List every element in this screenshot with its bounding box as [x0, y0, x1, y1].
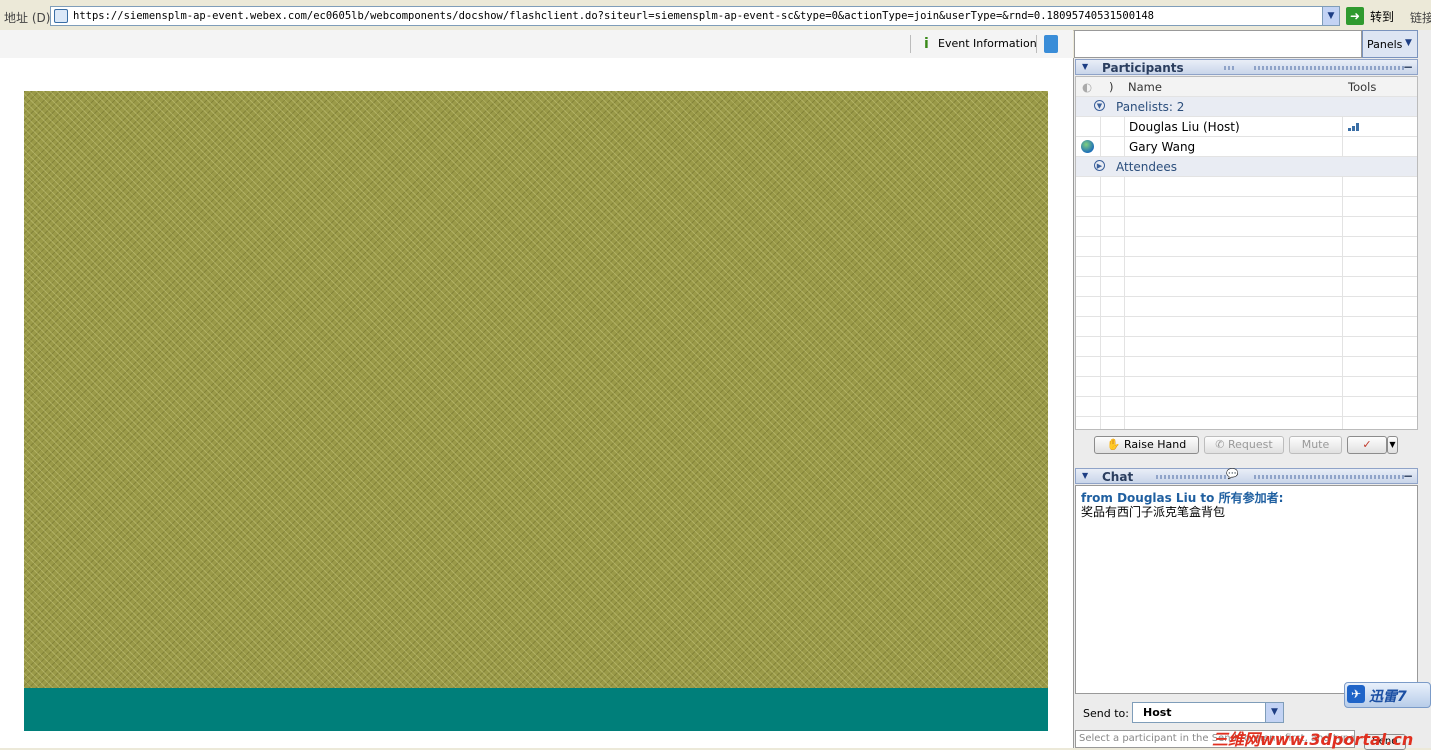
empty-row [1076, 377, 1417, 397]
mute-button[interactable]: Mute [1289, 436, 1342, 454]
send-to-select[interactable]: Host ▼ [1132, 702, 1284, 723]
hand-icon: ✋ [1106, 438, 1121, 451]
chevron-down-icon: ▼ [1405, 38, 1412, 48]
audio-column-icon: ) [1109, 80, 1114, 94]
chat-header[interactable]: ▼ Chat 💬 − [1075, 468, 1418, 484]
phone-icon: ✆ [1215, 438, 1225, 451]
collapse-triangle-icon[interactable]: ▼ [1082, 62, 1088, 71]
address-bar: 地址 (D) https://siemensplm-ap-event.webex… [0, 0, 1431, 31]
slide-footer-band [24, 688, 1048, 731]
collapse-triangle-icon[interactable]: ▼ [1082, 471, 1088, 480]
address-input[interactable]: https://siemensplm-ap-event.webex.com/ec… [50, 6, 1340, 26]
feedback-dropdown[interactable]: ▼ [1387, 436, 1398, 454]
xunlei-floating-widget[interactable]: ✈ 迅雷7 [1344, 682, 1431, 708]
raise-hand-button[interactable]: ✋ Raise Hand [1094, 436, 1199, 454]
minimize-icon[interactable]: − [1403, 469, 1413, 483]
participant-row[interactable]: Douglas Liu (Host) [1076, 117, 1417, 137]
raise-hand-label: Raise Hand [1124, 438, 1187, 451]
header-grip [1254, 66, 1404, 70]
status-column-icon: ◐ [1082, 80, 1093, 94]
send-to-value: Host [1143, 706, 1172, 719]
request-label: Request [1228, 438, 1273, 451]
toolbar-divider [1036, 35, 1037, 53]
list-header-row: ◐ ) Name Tools [1076, 77, 1417, 97]
participant-name: Gary Wang [1129, 140, 1196, 154]
participants-title: Participants [1102, 61, 1184, 75]
links-label[interactable]: 链接 [1410, 9, 1431, 26]
presentation-slide [24, 91, 1048, 688]
chevron-down-icon: ▼ [1389, 440, 1396, 449]
participant-actions: ✋ Raise Hand ✆ Request Mute ✓ ▼ [1075, 430, 1418, 464]
globe-icon [1081, 140, 1094, 153]
panels-bar [1074, 30, 1362, 58]
empty-row [1076, 257, 1417, 277]
empty-row [1076, 197, 1417, 217]
chat-history[interactable]: from Douglas Liu to 所有参加者: 奖品有西门子派克笔盒背包 [1075, 485, 1418, 694]
right-panel: Panels ▼ ▼ Participants − ◐ ) Name Tools… [1074, 30, 1431, 750]
drag-grip-icon[interactable] [1224, 66, 1236, 70]
signal-bars-icon [1348, 123, 1360, 131]
chat-message: 奖品有西门子派克笔盒背包 [1081, 505, 1226, 519]
empty-row [1076, 317, 1417, 337]
panels-button[interactable]: Panels ▼ [1362, 30, 1418, 58]
chat-title: Chat [1102, 470, 1134, 484]
page-icon [54, 9, 68, 23]
empty-row [1076, 357, 1417, 377]
empty-row [1076, 217, 1417, 237]
empty-row [1076, 277, 1417, 297]
attendees-label: Attendees [1116, 160, 1178, 174]
tools-column-header[interactable]: Tools [1348, 80, 1376, 94]
empty-row [1076, 397, 1417, 417]
chat-bubble-icon: 💬 [1226, 469, 1239, 480]
site-watermark: 三维网www.3dportal.cn [1212, 730, 1414, 749]
name-column-header[interactable]: Name [1128, 80, 1162, 94]
send-to-label: Send to: [1083, 707, 1129, 720]
empty-row [1076, 237, 1417, 257]
chevron-down-icon[interactable]: ▼ [1265, 703, 1283, 722]
panels-label: Panels [1367, 38, 1403, 51]
check-icon: ✓ [1362, 438, 1372, 451]
leave-event-icon[interactable] [1044, 35, 1058, 53]
info-icon: i [924, 36, 929, 52]
participant-name: Douglas Liu (Host) [1129, 120, 1240, 134]
empty-row [1076, 337, 1417, 357]
header-grip [1156, 475, 1226, 479]
chevron-down-icon[interactable]: ▼ [1322, 7, 1339, 25]
top-toolbar: i Event Information [0, 30, 1073, 59]
attendees-group-row[interactable]: ▶ Attendees [1076, 157, 1417, 177]
xunlei-label: 迅雷7 [1369, 689, 1407, 705]
address-url[interactable]: https://siemensplm-ap-event.webex.com/ec… [73, 10, 1154, 22]
panelists-group-row[interactable]: ▼ Panelists: 2 [1076, 97, 1417, 117]
event-information-button[interactable]: Event Information [938, 37, 1037, 50]
xunlei-bird-icon: ✈ [1347, 685, 1365, 703]
go-arrow-icon: ➜ [1346, 7, 1364, 25]
content-stage [0, 58, 1074, 748]
request-button[interactable]: ✆ Request [1204, 436, 1284, 454]
header-grip [1254, 475, 1404, 479]
go-button[interactable]: ➜ 转到 [1346, 6, 1398, 26]
participants-list: ◐ ) Name Tools ▼ Panelists: 2 Douglas Li… [1075, 76, 1418, 430]
mute-label: Mute [1301, 438, 1330, 451]
empty-row [1076, 297, 1417, 317]
expand-toggle-icon[interactable]: ▼ [1094, 100, 1105, 111]
panelists-label: Panelists: 2 [1116, 100, 1185, 114]
toolbar-divider [910, 35, 911, 53]
expand-toggle-icon[interactable]: ▶ [1094, 160, 1105, 171]
feedback-button[interactable]: ✓ [1347, 436, 1387, 454]
participants-header[interactable]: ▼ Participants − [1075, 59, 1418, 75]
go-label: 转到 [1370, 10, 1395, 24]
address-label: 地址 (D) [4, 11, 51, 25]
minimize-icon[interactable]: − [1403, 60, 1413, 74]
empty-row [1076, 177, 1417, 197]
participant-row[interactable]: Gary Wang [1076, 137, 1417, 157]
